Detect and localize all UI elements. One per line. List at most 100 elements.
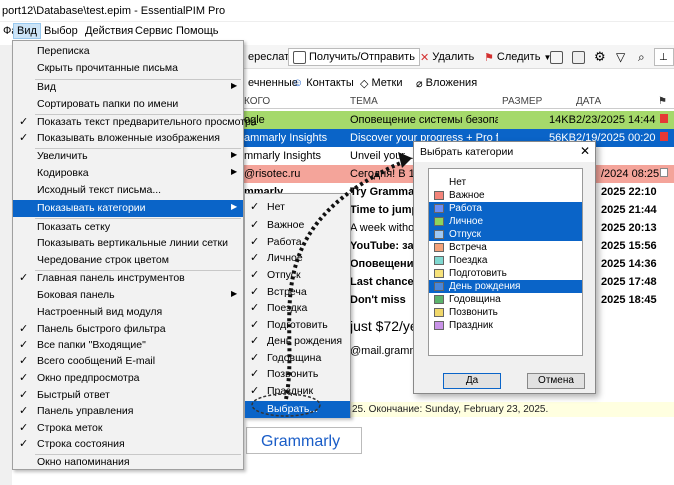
mail-row[interactable]: ogle Оповещение системы безопасн 14KB 2/…	[244, 111, 674, 129]
color-swatch	[434, 230, 444, 239]
check-icon: ✓	[250, 368, 260, 380]
mail-list-header: КОГО ТЕМА РАЗМЕР ДАТА ⚑	[244, 94, 674, 109]
search-button[interactable]: ⌕	[634, 48, 649, 66]
check-icon: ✓	[19, 339, 29, 351]
color-swatch	[434, 282, 444, 291]
menu-item-alternate-rows[interactable]: Чередование строк цветом	[13, 252, 243, 269]
category-item[interactable]: Отпуск	[429, 228, 582, 241]
menu-item-source[interactable]: Исходный текст письма...	[13, 182, 243, 199]
row-date: 2025 17:48	[601, 276, 657, 288]
contacts-filter[interactable]: ☺ Контакты	[288, 74, 358, 92]
menu-tools[interactable]: Сервис	[132, 25, 176, 37]
submenu-item-anniversary[interactable]: ✓ Годовщина	[245, 350, 350, 367]
submenu-item-important[interactable]: ✓ Важное	[245, 217, 350, 234]
menu-item-tags-bar[interactable]: ✓ Строка меток	[13, 420, 243, 437]
submenu-item-holiday[interactable]: ✓ Праздник	[245, 383, 350, 400]
check-icon: ✓	[19, 132, 29, 144]
pin-button[interactable]: ⊥	[654, 48, 674, 66]
category-item[interactable]: Подготовить	[429, 267, 582, 280]
category-item[interactable]: Годовщина	[429, 293, 582, 306]
menu-actions[interactable]: Действия	[82, 25, 136, 37]
grammarly-image[interactable]: Grammarly	[246, 427, 362, 454]
menu-help[interactable]: Помощь	[173, 25, 222, 37]
menu-item-status-bar[interactable]: ✓ Строка состояния	[13, 436, 243, 453]
menu-item-total-messages[interactable]: ✓ Всего сообщений E-mail	[13, 353, 243, 370]
category-item[interactable]: Важное	[429, 189, 582, 202]
submenu-item-personal[interactable]: ✓ Личное	[245, 250, 350, 267]
preview-dates: 25. Окончание: Sunday, February 23, 2025…	[350, 402, 674, 417]
attachments-filter[interactable]: ⌀ Вложения	[412, 74, 481, 92]
menu-item-view[interactable]: Вид ▶	[13, 79, 243, 96]
menu-item-preview-window[interactable]: ✓ Окно предпросмотра	[13, 370, 243, 387]
menu-view[interactable]: Вид	[13, 23, 41, 39]
follow-button[interactable]: ⚑ Следить ▼	[480, 48, 555, 66]
col-subject[interactable]: ТЕМА	[350, 96, 378, 107]
flag-icon[interactable]	[660, 132, 668, 141]
submenu-item-trip[interactable]: ✓ Поездка	[245, 300, 350, 317]
menu-item-preview-text[interactable]: ✓ Показать текст предварительного просмот…	[13, 114, 257, 131]
menu-item-reminder-window[interactable]: Окно напоминания	[13, 454, 243, 471]
category-item[interactable]: Работа	[429, 202, 582, 215]
category-item[interactable]: Нет	[429, 176, 582, 189]
row-date: /2024 08:25	[601, 168, 660, 180]
menu-item-quick-reply[interactable]: ✓ Быстрый ответ	[13, 387, 243, 404]
ok-button[interactable]: Да	[443, 373, 501, 389]
submenu-item-choose[interactable]: Выбрать...	[245, 401, 350, 418]
tags-filter[interactable]: ◇ Метки	[356, 74, 407, 92]
menu-item-show-grid[interactable]: Показать сетку	[13, 219, 243, 236]
menu-item-show-categories[interactable]: Показывать категории ▶	[13, 200, 243, 217]
category-item[interactable]: Личное	[429, 215, 582, 228]
send-receive-button[interactable]: Получить/Отправить	[288, 48, 420, 66]
category-item[interactable]: День рождения	[429, 280, 582, 293]
color-swatch	[434, 256, 444, 265]
settings-button[interactable]: ⚙	[590, 48, 610, 66]
category-item[interactable]: Встреча	[429, 241, 582, 254]
submenu-item-meeting[interactable]: ✓ Встреча	[245, 284, 350, 301]
row-date: 2025 15:56	[601, 240, 657, 252]
filter-button[interactable]: ▽	[612, 48, 629, 66]
check-icon: ✓	[19, 389, 29, 401]
cancel-button[interactable]: Отмена	[527, 373, 585, 389]
menu-item-control-panel[interactable]: ✓ Панель управления	[13, 403, 243, 420]
menu-item-main-toolbar[interactable]: ✓ Главная панель инструментов	[13, 270, 243, 287]
chevron-right-icon: ▶	[231, 167, 238, 176]
menu-item-correspondence[interactable]: Переписка	[13, 43, 243, 60]
menu-item-inline-images[interactable]: ✓ Показывать вложенные изображения	[13, 130, 243, 147]
paperclip-icon: ⌀	[416, 77, 423, 90]
menu-item-all-inboxes[interactable]: ✓ Все папки "Входящие"	[13, 337, 243, 354]
submenu-item-prepare[interactable]: ✓ Подготовить	[245, 317, 350, 334]
category-item[interactable]: Позвонить	[429, 306, 582, 319]
menu-item-zoom[interactable]: Увеличить ▶	[13, 148, 243, 165]
menu-item-quick-filter[interactable]: ✓ Панель быстрого фильтра	[13, 321, 243, 338]
submenu-item-none[interactable]: ✓ Нет	[245, 199, 350, 216]
check-icon: ✓	[250, 236, 260, 248]
menu-item-custom-view[interactable]: Настроенный вид модуля	[13, 304, 243, 321]
col-from[interactable]: КОГО	[244, 96, 270, 107]
flag-icon[interactable]	[660, 168, 668, 177]
submenu-item-work[interactable]: ✓ Работа	[245, 234, 350, 251]
menu-item-hide-read[interactable]: Скрыть прочитанные письма	[13, 60, 243, 77]
menu-item-encoding[interactable]: Кодировка ▶	[13, 165, 243, 182]
submenu-item-vacation[interactable]: ✓ Отпуск	[245, 267, 350, 284]
print-button[interactable]	[568, 48, 589, 66]
col-size[interactable]: РАЗМЕР	[502, 96, 542, 107]
submenu-item-call[interactable]: ✓ Позвонить	[245, 366, 350, 383]
row-from: @risotec.ru	[244, 168, 301, 180]
submenu-item-birthday[interactable]: ✓ День рождения	[245, 333, 350, 350]
category-item[interactable]: Праздник	[429, 319, 582, 332]
check-icon: ✓	[250, 219, 260, 231]
envelope-button[interactable]	[546, 48, 567, 66]
tags-label: Метки	[371, 77, 403, 89]
menu-item-sort-folders[interactable]: Сортировать папки по имени	[13, 96, 243, 113]
flag-column-icon[interactable]: ⚑	[658, 96, 667, 107]
row-from: ammarly Insights	[244, 132, 328, 144]
close-icon[interactable]: ✕	[580, 144, 590, 158]
col-date[interactable]: ДАТА	[576, 96, 601, 107]
menu-item-vertical-grid[interactable]: Показывать вертикальные линии сетки	[13, 235, 243, 252]
flag-icon[interactable]	[660, 114, 668, 123]
row-subject: Unveil your...	[350, 150, 414, 162]
menu-item-sidebar[interactable]: Боковая панель ▶	[13, 287, 243, 304]
category-item[interactable]: Поездка	[429, 254, 582, 267]
menu-select[interactable]: Выбор	[41, 25, 81, 37]
delete-button[interactable]: ✕ Удалить	[416, 48, 478, 66]
